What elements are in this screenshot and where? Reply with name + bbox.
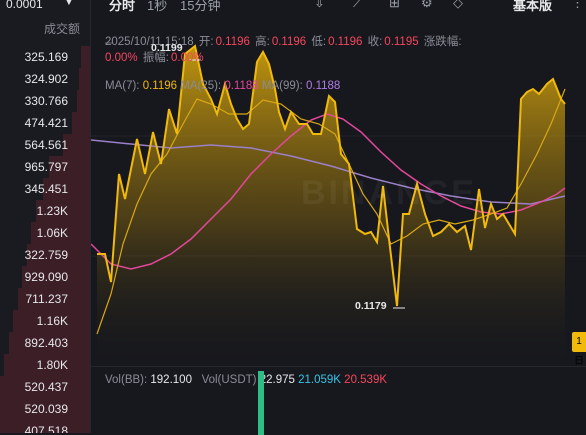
order-book-qty: 929.090 — [24, 270, 68, 284]
tab-15m[interactable]: 15分钟 — [180, 0, 220, 14]
order-book-row[interactable]: 325.169 — [0, 46, 90, 68]
order-book-row[interactable]: 345.451 — [0, 178, 90, 200]
grid-icon[interactable]: ⊞ — [389, 0, 400, 11]
tab-basic-version[interactable]: 基本版 — [513, 0, 552, 14]
order-book-qty: 474.421 — [24, 116, 68, 130]
ma7-value: 0.1196 — [142, 80, 178, 92]
buy-volume-value: 21.059K — [298, 374, 341, 386]
order-book-row[interactable]: 965.797 — [0, 156, 90, 178]
order-book-qty: 324.902 — [24, 72, 68, 86]
indicator-icon[interactable]: ⟋ — [353, 0, 362, 11]
order-book-qty: 330.766 — [24, 94, 68, 108]
high-value: 0.1196 — [271, 36, 307, 48]
vol-usdt-value: 22.975 — [259, 374, 295, 386]
order-book-qty: 1.06K — [36, 226, 68, 240]
low-label: 低: — [311, 36, 327, 48]
ma99-label: MA(99): — [261, 80, 303, 92]
export-icon[interactable]: ⇩ — [314, 0, 325, 11]
sell-volume-value: 20.539K — [344, 374, 388, 386]
volume-legend: Vol(BB): 192.100 Vol(USDT) 22.975 21.059… — [105, 374, 387, 386]
depth-bar — [81, 46, 90, 68]
watermark: BINANCE — [301, 174, 477, 212]
change-value: 0.00% — [105, 52, 138, 64]
close-label: 收: — [367, 36, 383, 48]
order-book: 0.0001 ▼ 成交额 325.169 324.902 330.766 474.42… — [0, 0, 91, 433]
alert-icon[interactable]: ◇ — [453, 0, 463, 11]
order-book-row[interactable]: 520.039 — [0, 398, 90, 420]
order-book-row[interactable]: 474.421 — [0, 112, 90, 134]
more-icon[interactable]: ⋮ — [571, 0, 584, 11]
ma7-label: MA(7): — [105, 80, 140, 92]
close-value: 0.1195 — [384, 36, 419, 48]
order-book-qty: 520.437 — [24, 380, 68, 394]
order-book-qty: 1.16K — [36, 314, 68, 328]
order-book-qty: 1.23K — [36, 204, 68, 218]
order-book-row[interactable]: 407.518 — [0, 420, 90, 433]
order-book-qty: 520.039 — [24, 402, 68, 416]
change-label: 涨跌幅: — [423, 36, 462, 48]
order-book-row[interactable]: 1.06K — [0, 222, 90, 244]
tab-1s[interactable]: 1秒 — [147, 0, 167, 14]
tab-timeshare[interactable]: 分时 — [109, 0, 135, 14]
high-label: 高: — [255, 36, 270, 48]
order-book-row[interactable]: 1.80K — [0, 354, 90, 376]
order-book-row[interactable]: 1.16K — [0, 310, 90, 332]
vol-bb-value: 192.100 — [150, 374, 192, 386]
order-book-row[interactable]: 322.759 — [0, 244, 90, 266]
order-book-row[interactable]: 324.902 — [0, 68, 90, 90]
order-book-qty: 322.759 — [24, 248, 68, 262]
open-label: 开: — [198, 36, 214, 48]
order-book-qty: 407.518 — [24, 424, 68, 433]
low-price-marker: 0.1179 — [355, 300, 387, 312]
order-book-row[interactable]: 564.561 — [0, 134, 90, 156]
depth-bar — [79, 68, 90, 90]
depth-bar — [77, 90, 90, 112]
volume-bar — [258, 371, 264, 435]
ma-legend: MA(7): 0.1196 MA(25): 0.1188 MA(99): 0.1… — [105, 80, 340, 92]
order-book-row[interactable]: 929.090 — [0, 266, 90, 288]
settings-icon[interactable]: ⚙ — [421, 0, 433, 11]
depth-bar — [72, 112, 90, 134]
order-book-qty: 965.797 — [24, 160, 68, 174]
vol-bb-label: Vol(BB): — [105, 374, 148, 386]
order-book-row[interactable]: 892.403 — [0, 332, 90, 354]
order-book-row[interactable]: 520.437 — [0, 376, 90, 398]
high-price-marker: 0.1199 — [151, 42, 183, 54]
ma99-value: 0.1188 — [305, 80, 341, 92]
ma25-label: MA(25): — [180, 80, 222, 92]
order-book-qty: 345.451 — [24, 182, 68, 196]
open-value: 0.1196 — [215, 36, 250, 48]
order-book-qty: 892.403 — [24, 336, 68, 350]
order-book-qty: 325.169 — [24, 50, 68, 64]
order-book-row[interactable]: 1.23K — [0, 200, 90, 222]
ma25-value: 0.1188 — [224, 80, 259, 92]
price-chart[interactable]: BINANCE 2025/10/11 15:18 开: 0.1196 高: 0.11… — [91, 14, 586, 367]
order-book-qty: 564.561 — [24, 138, 68, 152]
timeframe-badge[interactable]: 1日 — [572, 332, 586, 367]
chart-toolbar: 分时 1秒 15分钟 ⇩ ⟋ ⊞ ⚙ ◇ 基本版 ⋮ — [91, 0, 586, 14]
turnover-column-header: 成交额 — [43, 22, 80, 36]
vol-usdt-label: Vol(USDT) — [201, 374, 257, 386]
order-book-qty: 1.80K — [36, 358, 68, 372]
chevron-down-icon[interactable]: ▼ — [64, 0, 74, 8]
order-book-row[interactable]: 330.766 — [0, 90, 90, 112]
price-step-select[interactable]: 0.0001 — [6, 0, 43, 11]
volume-pane: Vol(BB): 192.100 Vol(USDT) 22.975 21.059… — [91, 366, 586, 435]
order-book-qty: 711.237 — [25, 292, 69, 306]
low-value: 0.1196 — [328, 36, 363, 48]
order-book-header: 0.0001 ▼ — [0, 0, 90, 14]
order-book-row[interactable]: 711.237 — [0, 288, 90, 310]
